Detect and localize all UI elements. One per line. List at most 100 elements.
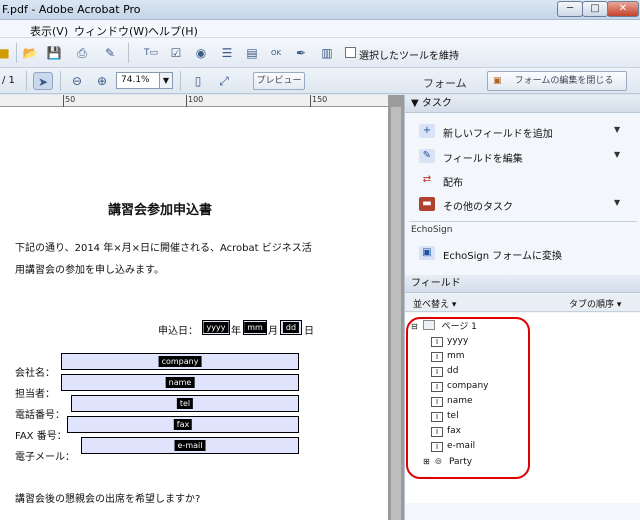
field-name-tag: yyyy	[203, 322, 229, 333]
dropdown-tool-icon[interactable]: ▤	[242, 44, 262, 62]
form-edit-icon: ▣	[493, 76, 502, 86]
select-cursor-icon[interactable]: ➤	[33, 72, 53, 90]
ruler-tick	[186, 95, 187, 107]
list-box-tool-icon[interactable]: ☰	[217, 44, 237, 62]
ruler-tick	[310, 95, 311, 107]
form-field-dd[interactable]: dd	[280, 320, 302, 335]
toolbar-separator	[60, 71, 61, 91]
ruler: 50 100 150	[0, 95, 390, 107]
keep-tool-label: 選択したツールを維持	[359, 51, 459, 62]
signature-field-tool-icon[interactable]: ✒	[291, 44, 311, 62]
close-form-edit-label: フォームの編集を閉じる	[514, 76, 614, 86]
field-name-tag: name	[165, 377, 195, 388]
edit-field-icon: ✎	[419, 149, 435, 163]
task-label: フィールドを編集	[443, 154, 523, 165]
task-distribute[interactable]: ⇄ 配布	[405, 170, 640, 192]
tab-order-button[interactable]: タブの順序 ▾	[569, 297, 621, 310]
barcode-tool-icon[interactable]: ▥	[317, 44, 337, 62]
ruler-label: 50	[65, 95, 76, 104]
field-name-tag: e-mail	[174, 440, 206, 451]
document-page: 講習会参加申込書 下記の通り、2014 年×月×日に開催される、Acrobat …	[0, 107, 388, 520]
document-question: 講習会後の懇親会の出席を希望しますか?	[15, 494, 201, 505]
field-label-name: 担当者：	[15, 389, 55, 400]
date-unit: 日	[304, 326, 314, 337]
open-icon[interactable]: 📂	[20, 44, 40, 62]
document-title: 講習会参加申込書	[108, 203, 213, 218]
zoom-input[interactable]: 74.1%	[116, 72, 160, 89]
save-icon[interactable]: 💾	[44, 44, 64, 62]
toolbar-separator	[26, 71, 27, 91]
sign-icon[interactable]: ✎	[100, 44, 120, 62]
task-other[interactable]: ▬ その他のタスク ▼	[405, 194, 640, 216]
ruler-tick	[63, 95, 64, 107]
print-icon[interactable]: ⎙	[72, 44, 92, 62]
echosign-section-label: EchoSign	[411, 225, 453, 235]
chevron-down-icon[interactable]: ▼	[614, 150, 620, 159]
menu-window[interactable]: ウィンドウ(W)	[74, 23, 148, 39]
task-add-field[interactable]: + 新しいフィールドを追加 ▼	[405, 121, 640, 143]
divider	[409, 221, 637, 222]
fit-width-icon[interactable]: ⤢	[214, 72, 234, 90]
toolbar-separator	[128, 43, 129, 63]
field-name-tag: fax	[173, 419, 193, 430]
task-edit-field[interactable]: ✎ フィールドを編集 ▼	[405, 146, 640, 168]
close-form-edit-button[interactable]: ▣ フォームの編集を閉じる	[487, 71, 627, 91]
zoom-out-icon[interactable]: ⊖	[67, 72, 87, 90]
field-label-email: 電子メール：	[15, 452, 75, 463]
menu-help[interactable]: ヘルプ(H)	[148, 23, 198, 39]
fields-header: フィールド	[405, 275, 640, 293]
add-field-icon: +	[419, 124, 435, 138]
zoom-dropdown-icon[interactable]: ▼	[159, 72, 173, 89]
form-label: フォーム	[423, 77, 467, 90]
title-bar: F.pdf - Adobe Acrobat Pro ─ □ ✕	[0, 0, 640, 20]
close-button[interactable]: ✕	[607, 1, 639, 17]
date-unit: 年	[231, 326, 241, 337]
maximize-button[interactable]: □	[582, 1, 608, 17]
task-echosign-convert[interactable]: ▣ EchoSign フォームに変換	[405, 243, 640, 265]
menu-bar: 表示(V) ウィンドウ(W) ヘルプ(H)	[0, 20, 640, 38]
form-field-email[interactable]: e-mail	[81, 437, 299, 454]
toolbar-separator	[180, 71, 181, 91]
field-name-tag: mm	[244, 322, 266, 333]
form-field-name[interactable]: name	[61, 374, 299, 391]
vertical-scrollbar[interactable]	[391, 107, 401, 520]
date-label: 申込日：	[158, 326, 198, 337]
button-tool-icon[interactable]: OK	[266, 44, 286, 62]
minimize-button[interactable]: ─	[557, 1, 583, 17]
field-label-tel: 電話番号：	[15, 410, 65, 421]
sort-button[interactable]: 並べ替え ▾	[413, 297, 456, 310]
form-field-tel[interactable]: tel	[71, 395, 299, 412]
tasks-header[interactable]: ▼ タスク	[405, 95, 640, 113]
field-name-tag: tel	[176, 398, 194, 409]
page-count: / 1	[2, 75, 15, 86]
preview-button[interactable]: プレビュー	[253, 72, 305, 90]
radio-button-tool-icon[interactable]: ◉	[191, 44, 211, 62]
text-field-tool-icon[interactable]: T▭	[141, 44, 161, 62]
open-folder-icon[interactable]: ■	[0, 44, 14, 62]
field-label-company: 会社名：	[15, 368, 55, 379]
chevron-down-icon[interactable]: ▼	[614, 198, 620, 207]
toolbox-icon: ▬	[419, 197, 435, 211]
toolbar-separator	[16, 43, 17, 63]
main-toolbar: ■ 📂 💾 ⎙ ✎ T▭ ☑ ◉ ☰ ▤ OK ✒ ▥ 選択したツールを維持	[0, 38, 640, 68]
keep-tool-checkbox[interactable]	[345, 47, 356, 58]
field-name-tag: company	[158, 356, 202, 367]
ruler-label: 100	[188, 95, 204, 104]
task-label: 配布	[443, 178, 463, 189]
checkbox-tool-icon[interactable]: ☑	[166, 44, 186, 62]
date-unit: 月	[268, 326, 278, 337]
chevron-down-icon[interactable]: ▼	[614, 125, 620, 134]
document-text-line: 用講習会の参加を申し込みます。	[15, 265, 164, 276]
fields-sort-bar: 並べ替え ▾ タブの順序 ▾	[405, 294, 640, 312]
window-title: F.pdf - Adobe Acrobat Pro	[2, 3, 141, 16]
menu-view[interactable]: 表示(V)	[30, 23, 68, 39]
fit-page-icon[interactable]: ▯	[188, 72, 208, 90]
form-field-mm[interactable]: mm	[243, 320, 267, 335]
form-field-fax[interactable]: fax	[67, 416, 299, 433]
distribute-icon: ⇄	[422, 174, 432, 185]
highlight-ring	[406, 317, 530, 479]
form-field-yyyy[interactable]: yyyy	[202, 320, 230, 335]
zoom-in-icon[interactable]: ⊕	[92, 72, 112, 90]
form-field-company[interactable]: company	[61, 353, 299, 370]
field-name-tag: dd	[282, 322, 300, 333]
